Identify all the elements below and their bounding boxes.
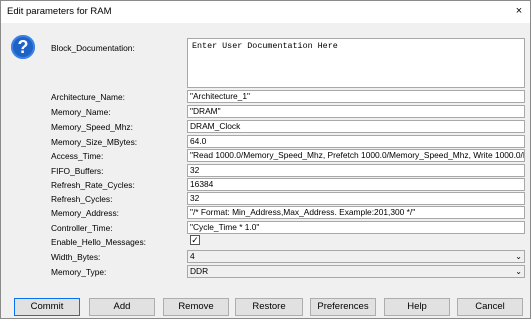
- preferences-button[interactable]: Preferences: [310, 298, 376, 316]
- label-enable-hello: Enable_Hello_Messages:: [51, 237, 146, 247]
- architecture-name-field[interactable]: "Architecture_1": [187, 90, 525, 103]
- refresh-cycles-field[interactable]: 32: [187, 192, 525, 205]
- close-icon[interactable]: ×: [512, 4, 526, 18]
- label-fifo-buffers: FIFO_Buffers:: [51, 166, 104, 176]
- dialog-title: Edit parameters for RAM: [7, 6, 112, 17]
- label-memory-type: Memory_Type:: [51, 267, 107, 277]
- edit-parameters-dialog: Edit parameters for RAM × ? Block_Docume…: [0, 0, 531, 319]
- label-architecture-name: Architecture_Name:: [51, 92, 126, 102]
- add-button[interactable]: Add: [89, 298, 155, 316]
- chevron-down-icon: ⌄: [515, 267, 522, 276]
- memory-speed-field[interactable]: DRAM_Clock: [187, 120, 525, 133]
- title-bar: Edit parameters for RAM ×: [1, 1, 530, 23]
- label-block-documentation: Block_Documentation:: [51, 43, 135, 53]
- help-icon: ?: [11, 35, 35, 59]
- label-memory-name: Memory_Name:: [51, 107, 111, 117]
- remove-button[interactable]: Remove: [163, 298, 229, 316]
- access-time-field[interactable]: "Read 1000.0/Memory_Speed_Mhz, Prefetch …: [187, 149, 525, 162]
- enable-hello-checkbox[interactable]: ✓: [190, 235, 200, 245]
- help-button[interactable]: Help: [384, 298, 450, 316]
- label-refresh-rate: Refresh_Rate_Cycles:: [51, 180, 135, 190]
- restore-defaults-button[interactable]: Restore Defaults: [235, 298, 303, 318]
- label-width-bytes: Width_Bytes:: [51, 252, 101, 262]
- chevron-down-icon: ⌄: [515, 252, 522, 261]
- memory-type-value: DDR: [190, 266, 209, 276]
- label-memory-speed: Memory_Speed_Mhz:: [51, 122, 133, 132]
- width-bytes-value: 4: [190, 251, 195, 261]
- controller-time-field[interactable]: "Cycle_Time * 1.0": [187, 221, 525, 234]
- cancel-button[interactable]: Cancel: [457, 298, 523, 316]
- width-bytes-select[interactable]: 4 ⌄: [187, 250, 525, 263]
- label-refresh-cycles: Refresh_Cycles:: [51, 194, 113, 204]
- block-documentation-field[interactable]: Enter User Documentation Here: [187, 38, 525, 88]
- refresh-rate-field[interactable]: 16384: [187, 178, 525, 191]
- memory-size-field[interactable]: 64.0: [187, 135, 525, 148]
- memory-name-field[interactable]: "DRAM": [187, 105, 525, 118]
- label-access-time: Access_Time:: [51, 151, 104, 161]
- fifo-buffers-field[interactable]: 32: [187, 164, 525, 177]
- memory-address-field[interactable]: "/* Format: Min_Address,Max_Address. Exa…: [187, 206, 525, 219]
- label-memory-size: Memory_Size_MBytes:: [51, 137, 138, 147]
- label-memory-address: Memory_Address:: [51, 208, 119, 218]
- button-bar: Commit Add Remove Restore Defaults Prefe…: [1, 293, 530, 318]
- label-controller-time: Controller_Time:: [51, 223, 113, 233]
- memory-type-select[interactable]: DDR ⌄: [187, 265, 525, 278]
- commit-button[interactable]: Commit: [14, 298, 80, 316]
